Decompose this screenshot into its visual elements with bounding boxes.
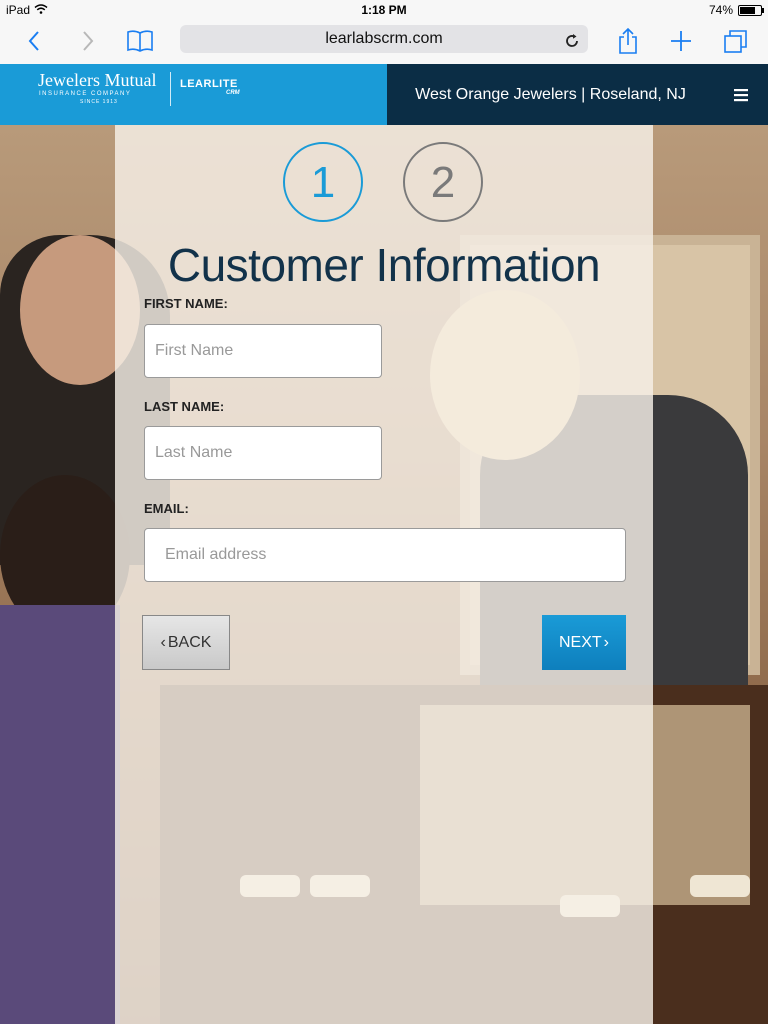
site-header: Jewelers Mutual INSURANCE COMPANY SINCE … <box>0 64 768 125</box>
brand-divider <box>170 72 171 106</box>
page-title: Customer Information <box>167 239 601 291</box>
battery-percent: 74% <box>708 3 733 17</box>
brand-subtitle: INSURANCE COMPANY <box>39 91 132 97</box>
ring-stand <box>690 875 750 897</box>
product-name: LEARLITE <box>180 78 238 90</box>
product-suffix: CRM <box>226 90 240 96</box>
last-name-input[interactable] <box>144 426 382 480</box>
first-name-input[interactable] <box>144 324 382 378</box>
reload-icon[interactable] <box>564 31 580 47</box>
back-button-label: BACK <box>167 633 212 651</box>
customer-figure <box>0 605 120 1024</box>
back-icon[interactable] <box>18 26 50 56</box>
last-name-label: LAST NAME: <box>144 399 225 414</box>
hamburger-menu-icon[interactable] <box>714 64 768 125</box>
brand-since: SINCE 1913 <box>80 99 118 105</box>
forward-icon[interactable] <box>72 26 104 56</box>
share-icon[interactable] <box>612 26 644 56</box>
brand-name: Jewelers Mutual <box>38 70 157 90</box>
status-time: 1:18 PM <box>361 3 407 17</box>
battery-icon <box>738 4 764 16</box>
step-1-indicator: 1 <box>283 142 363 222</box>
first-name-label: FIRST NAME: <box>144 296 228 311</box>
next-button[interactable]: NEXT › <box>542 615 626 670</box>
next-button-label: NEXT <box>559 633 602 651</box>
bookmarks-icon[interactable] <box>124 26 156 56</box>
new-tab-icon[interactable] <box>665 26 697 56</box>
step-2-indicator: 2 <box>403 142 483 222</box>
back-button[interactable]: ‹ BACK <box>142 615 230 670</box>
brand-logo[interactable]: Jewelers Mutual INSURANCE COMPANY SINCE … <box>0 64 387 125</box>
chevron-left-icon: ‹ <box>160 633 166 651</box>
tabs-icon[interactable] <box>720 26 752 56</box>
browser-toolbar: learlabscrm.com <box>0 20 768 65</box>
chevron-right-icon: › <box>603 633 609 651</box>
email-label: EMAIL: <box>144 501 189 516</box>
store-name: West Orange Jewelers | Roseland, NJ <box>387 64 714 125</box>
url-bar[interactable]: learlabscrm.com <box>180 25 588 53</box>
status-bar: iPad 1:18 PM 74% <box>0 0 768 20</box>
url-text: learlabscrm.com <box>325 30 443 47</box>
email-input[interactable] <box>144 528 626 582</box>
